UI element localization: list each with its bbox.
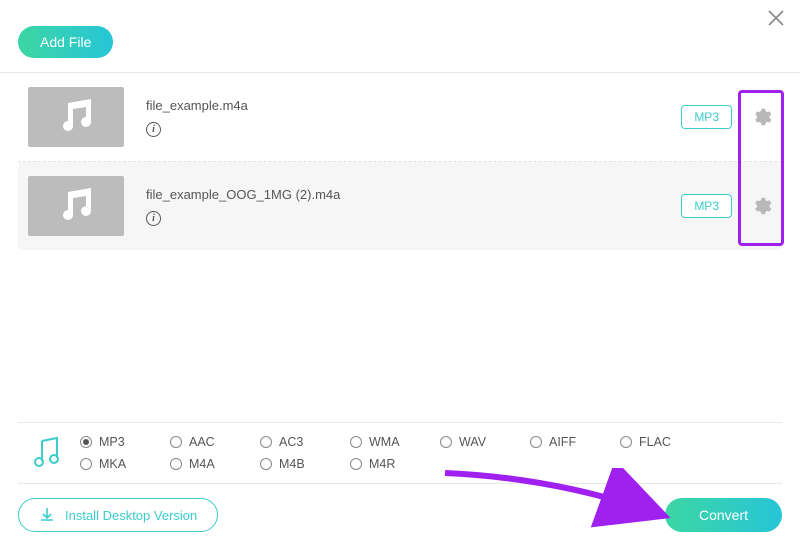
format-label: MKA xyxy=(99,457,126,471)
add-file-button[interactable]: Add File xyxy=(18,26,113,58)
format-label: M4R xyxy=(369,457,395,471)
format-option-wma[interactable]: WMA xyxy=(350,435,440,449)
format-option-mp3[interactable]: MP3 xyxy=(80,435,170,449)
output-format-bar: MP3 AAC AC3 WMA WAV AIFF FLAC MKA M4A M4B M4R xyxy=(18,422,782,484)
install-desktop-label: Install Desktop Version xyxy=(65,508,197,523)
file-meta: file_example.m4a i xyxy=(146,98,681,137)
format-label: AIFF xyxy=(549,435,576,449)
file-format-badge[interactable]: MP3 xyxy=(681,194,732,218)
audio-thumbnail-icon xyxy=(28,87,124,147)
format-label: AC3 xyxy=(279,435,303,449)
music-note-icon xyxy=(26,436,68,470)
bottom-bar: Install Desktop Version Convert xyxy=(18,498,782,532)
format-label: M4B xyxy=(279,457,305,471)
file-name: file_example.m4a xyxy=(146,98,681,113)
convert-button[interactable]: Convert xyxy=(665,498,782,532)
file-name: file_example_OOG_1MG (2).m4a xyxy=(146,187,681,202)
format-option-m4a[interactable]: M4A xyxy=(170,457,260,471)
radio-icon xyxy=(80,458,92,470)
format-label: AAC xyxy=(189,435,215,449)
radio-icon xyxy=(260,458,272,470)
audio-thumbnail-icon xyxy=(28,176,124,236)
install-desktop-button[interactable]: Install Desktop Version xyxy=(18,498,218,532)
close-button[interactable] xyxy=(766,8,786,28)
format-option-aiff[interactable]: AIFF xyxy=(530,435,620,449)
format-option-wav[interactable]: WAV xyxy=(440,435,530,449)
gear-icon[interactable] xyxy=(750,195,772,217)
info-icon[interactable]: i xyxy=(146,122,161,137)
file-format-badge[interactable]: MP3 xyxy=(681,105,732,129)
radio-icon xyxy=(440,436,452,448)
file-meta: file_example_OOG_1MG (2).m4a i xyxy=(146,187,681,226)
gear-icon[interactable] xyxy=(750,106,772,128)
format-option-flac[interactable]: FLAC xyxy=(620,435,710,449)
file-row: file_example.m4a i MP3 xyxy=(18,73,782,162)
format-label: MP3 xyxy=(99,435,125,449)
download-icon xyxy=(39,507,55,523)
format-option-m4b[interactable]: M4B xyxy=(260,457,350,471)
radio-icon xyxy=(530,436,542,448)
format-option-m4r[interactable]: M4R xyxy=(350,457,440,471)
file-row: file_example_OOG_1MG (2).m4a i MP3 xyxy=(18,162,782,250)
radio-icon xyxy=(170,458,182,470)
radio-icon xyxy=(80,436,92,448)
radio-icon xyxy=(350,436,362,448)
format-option-ac3[interactable]: AC3 xyxy=(260,435,350,449)
radio-icon xyxy=(170,436,182,448)
info-icon[interactable]: i xyxy=(146,211,161,226)
format-label: M4A xyxy=(189,457,215,471)
file-list: file_example.m4a i MP3 file_example_OOG_… xyxy=(0,73,800,250)
format-label: FLAC xyxy=(639,435,671,449)
radio-icon xyxy=(620,436,632,448)
top-bar: Add File xyxy=(0,0,800,73)
format-label: WMA xyxy=(369,435,400,449)
radio-icon xyxy=(350,458,362,470)
radio-icon xyxy=(260,436,272,448)
format-label: WAV xyxy=(459,435,486,449)
format-option-mka[interactable]: MKA xyxy=(80,457,170,471)
format-option-aac[interactable]: AAC xyxy=(170,435,260,449)
